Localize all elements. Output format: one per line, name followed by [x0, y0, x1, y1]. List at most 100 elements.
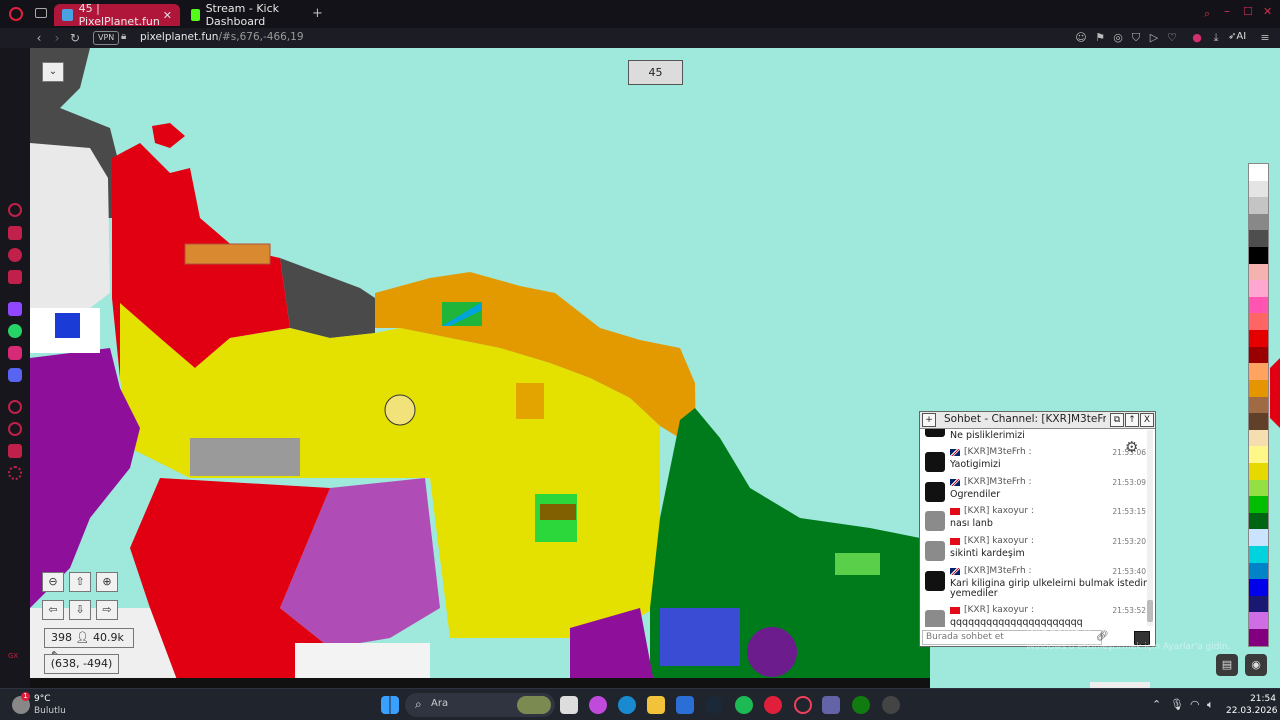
wifi-icon[interactable]: ◠ [1190, 698, 1200, 711]
edge-icon[interactable] [618, 696, 636, 714]
clock-date[interactable]: 22.03.2026 [1226, 706, 1278, 716]
palette-swatch[interactable] [1249, 363, 1268, 380]
message-user[interactable]: [KXR] kaxoyur : [964, 536, 1034, 546]
coordinates-display[interactable]: (638, -494) [44, 654, 119, 674]
palette-swatch[interactable] [1249, 512, 1268, 530]
tray-chevron-icon[interactable]: ⌃ [1152, 698, 1161, 711]
teams-icon[interactable] [822, 696, 840, 714]
back-icon[interactable]: ‹ [30, 28, 48, 48]
palette-swatch[interactable] [1249, 213, 1268, 231]
opera-gx-icon[interactable] [794, 696, 812, 714]
palette-swatch[interactable] [1249, 546, 1268, 563]
steam-icon[interactable] [705, 696, 723, 714]
palette-swatch[interactable] [1249, 562, 1268, 580]
discord-icon[interactable] [8, 368, 22, 382]
palette-swatch[interactable] [1249, 429, 1268, 447]
weather-temp[interactable]: 9°C [34, 694, 51, 704]
palette-swatch[interactable] [1249, 496, 1268, 513]
palette-swatch[interactable] [1249, 579, 1268, 596]
palette-swatch[interactable] [1249, 164, 1268, 181]
tab-list-icon[interactable] [35, 8, 47, 18]
volume-icon[interactable]: 🔈︎ [1207, 698, 1214, 712]
message-user[interactable]: [KXR]M3teFrh : [964, 566, 1032, 576]
palette-swatch[interactable] [1249, 396, 1268, 414]
palette-swatch[interactable] [1249, 197, 1268, 214]
palette-swatch[interactable] [1249, 612, 1268, 630]
opera-logo-icon[interactable] [9, 7, 23, 21]
tiktok-icon[interactable] [8, 270, 22, 284]
chat-scroll-thumb[interactable] [1147, 600, 1153, 622]
lock-icon[interactable]: 🔒︎ [121, 31, 126, 42]
palette-swatch[interactable] [1249, 346, 1268, 364]
forward-icon[interactable]: › [48, 28, 66, 48]
palette-swatch[interactable] [1249, 296, 1268, 314]
windows-start-icon[interactable] [381, 696, 399, 714]
palette-swatch[interactable] [1249, 479, 1268, 497]
chat-header[interactable]: + Sohbet - Channel: [KXR]M3teFrh ⧉ ↑ X [920, 412, 1155, 429]
move-up-button[interactable]: ⇧ [69, 572, 91, 592]
reload-icon[interactable]: ↻ [66, 28, 84, 48]
github-icon[interactable] [882, 696, 900, 714]
minimize-icon[interactable]: – [1224, 4, 1230, 18]
tab-kick-dashboard[interactable]: Stream - Kick Dashboard [183, 2, 311, 28]
spotify-icon[interactable] [735, 696, 753, 714]
palette-swatch[interactable] [1249, 263, 1268, 281]
copilot-icon[interactable] [589, 696, 607, 714]
task-view-icon[interactable] [560, 696, 578, 714]
message-user[interactable]: [KXR]M3teFrh : [964, 477, 1032, 487]
chat-add-button[interactable]: + [922, 413, 936, 427]
help-icon[interactable]: ◉ [1245, 654, 1267, 676]
zoom-in-button[interactable]: ⊕ [96, 572, 118, 592]
recorder-icon[interactable] [764, 696, 782, 714]
vpn-badge[interactable]: VPN [93, 31, 120, 45]
xbox-icon[interactable] [852, 696, 870, 714]
aria-ai-button[interactable]: ➶AI [1228, 31, 1246, 42]
move-right-button[interactable]: ⇨ [96, 600, 118, 620]
palette-swatch[interactable] [1249, 313, 1268, 331]
messenger-icon[interactable] [8, 248, 22, 262]
whatsapp-icon[interactable] [8, 324, 22, 338]
palette-swatch[interactable] [1249, 529, 1268, 547]
twitch-icon[interactable] [8, 302, 22, 316]
move-down-button[interactable]: ⇩ [69, 600, 91, 620]
chat-maximize-button[interactable]: ↑ [1125, 413, 1139, 427]
emoji-icon[interactable]: ☺ [1074, 31, 1088, 45]
palette-swatch[interactable] [1249, 379, 1268, 397]
store-icon[interactable] [676, 696, 694, 714]
bookmark-icon[interactable]: ⚑ [1093, 31, 1107, 45]
move-left-button[interactable]: ⇦ [42, 600, 64, 620]
weather-desc[interactable]: Bulutlu [34, 706, 66, 716]
history-icon[interactable] [8, 422, 22, 436]
file-explorer-icon[interactable] [647, 696, 665, 714]
zoom-out-button[interactable]: ⊖ [42, 572, 64, 592]
palette-swatch[interactable] [1249, 247, 1268, 264]
new-tab-button[interactable]: + [312, 6, 323, 21]
collapse-button[interactable]: ⌄ [42, 62, 64, 82]
play-icon[interactable]: ▷ [1147, 31, 1161, 45]
palette-swatch[interactable] [1249, 280, 1268, 297]
instagram-icon[interactable] [8, 346, 22, 360]
shopping-icon[interactable] [8, 226, 22, 240]
shield-icon[interactable]: ⛉ [1129, 31, 1143, 45]
palette-swatch[interactable] [1249, 413, 1268, 430]
menu-icon[interactable]: ≡ [1258, 31, 1272, 45]
palette-swatch[interactable] [1249, 230, 1268, 248]
download-icon[interactable]: ⤓ [1209, 31, 1223, 45]
profile-icon[interactable]: ● [1190, 31, 1204, 45]
chat-scrollbar[interactable] [1147, 430, 1153, 626]
palette-swatch[interactable] [1249, 330, 1268, 347]
palette-swatch[interactable] [1249, 446, 1268, 463]
message-user[interactable]: [KXR]M3teFrh : [964, 447, 1032, 457]
chat-toggle-icon[interactable]: ▤ [1216, 654, 1238, 676]
chat-close-button[interactable]: X [1140, 413, 1154, 427]
maximize-icon[interactable]: ☐ [1243, 5, 1253, 18]
player-icon[interactable] [8, 400, 22, 414]
microphone-icon[interactable]: 🎙︎ [1170, 698, 1184, 711]
tab-search-icon[interactable]: ⌕ [1204, 7, 1210, 21]
clock-time[interactable]: 21:54 [1236, 694, 1276, 704]
camera-icon[interactable]: ◎ [1111, 31, 1125, 45]
aria-icon[interactable] [8, 203, 22, 217]
chat-popout-button[interactable]: ⧉ [1110, 413, 1124, 427]
palette-swatch[interactable] [1249, 462, 1268, 480]
palette-swatch[interactable] [1249, 629, 1268, 646]
